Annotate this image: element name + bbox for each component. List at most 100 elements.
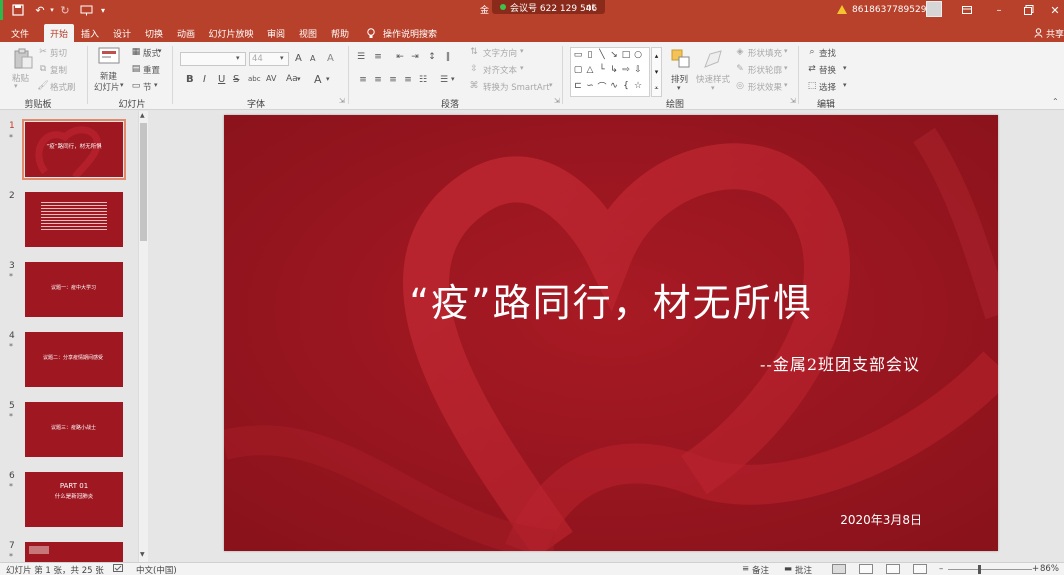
align-right-icon[interactable]: ≡	[387, 74, 399, 86]
warning-icon[interactable]	[837, 5, 847, 14]
tab-animations[interactable]: 动画	[174, 24, 198, 42]
cut-button[interactable]: 剪切	[50, 47, 67, 59]
scroll-down-icon[interactable]: ▼	[140, 551, 145, 558]
zoom-in-button[interactable]: +	[1032, 564, 1039, 574]
slide-thumbnail-5[interactable]: 议题三：疫路小战士	[25, 402, 123, 457]
tab-home[interactable]: 开始	[44, 24, 74, 42]
reading-view-button[interactable]	[886, 564, 900, 574]
drawing-dialog-launcher-icon[interactable]: ⇲	[790, 97, 796, 105]
slide-sorter-view-button[interactable]	[859, 564, 873, 574]
textbox-shape-icon[interactable]: ▭	[573, 50, 583, 60]
find-icon[interactable]: ⌕	[806, 46, 818, 58]
tab-view[interactable]: 视图	[296, 24, 320, 42]
tab-insert[interactable]: 插入	[78, 24, 102, 42]
restore-icon[interactable]	[1020, 0, 1038, 20]
decrease-indent-icon[interactable]: ⇤	[394, 51, 406, 63]
bold-button[interactable]: B	[186, 74, 194, 85]
customize-qat-icon[interactable]: ▾	[98, 2, 108, 18]
change-case-dropdown-icon[interactable]: ▾	[297, 75, 301, 83]
char-spacing-button[interactable]: AV	[266, 74, 276, 83]
section-button[interactable]: 节	[143, 81, 152, 93]
replace-dropdown-icon[interactable]: ▾	[843, 64, 847, 72]
gallery-more-icon[interactable]: ⩡	[652, 80, 661, 96]
line-spacing-icon[interactable]: ↕	[426, 51, 438, 63]
thumbnail-scrollbar[interactable]: ▲ ▼	[138, 111, 148, 562]
tab-review[interactable]: 审阅	[264, 24, 288, 42]
arrange-dropdown-icon[interactable]: ▾	[677, 84, 681, 92]
grow-font-icon[interactable]: A	[295, 53, 302, 64]
columns-icon[interactable]: ‖	[442, 51, 454, 63]
zoom-level[interactable]: 86%	[1040, 564, 1059, 574]
minimize-icon[interactable]: –	[990, 0, 1008, 20]
paragraph-dir-dropdown-icon[interactable]: ▾	[451, 75, 455, 83]
shapes-gallery-scroll[interactable]: ▴ ▾ ⩡	[651, 47, 662, 97]
rectangle-shape-icon[interactable]: □	[621, 50, 631, 60]
current-slide[interactable]: “疫”路同行，材无所惧 --金属2班团支部会议 2020年3月8日	[224, 115, 998, 551]
star-shape-icon[interactable]: ☆	[633, 81, 643, 91]
tab-design[interactable]: 设计	[110, 24, 134, 42]
paragraph-dir-icon[interactable]: ☰	[438, 74, 450, 86]
underline-button[interactable]: U	[218, 74, 225, 85]
share-button[interactable]: 共享	[1046, 24, 1064, 42]
clear-format-icon[interactable]: A	[327, 53, 334, 64]
zoom-slider-track[interactable]	[948, 569, 1032, 570]
arrow-shape-icon[interactable]: ↘	[609, 50, 619, 60]
vertical-textbox-shape-icon[interactable]: ▯	[585, 50, 595, 60]
tab-slideshow[interactable]: 幻灯片放映	[206, 24, 256, 42]
quick-styles-dropdown-icon[interactable]: ▾	[711, 84, 715, 92]
right-arrow-shape-icon[interactable]: ⇨	[621, 65, 631, 75]
text-direction-dropdown-icon[interactable]: ▾	[520, 47, 524, 55]
scroll-thumb[interactable]	[140, 123, 147, 241]
copy-button[interactable]: 复制	[50, 64, 67, 76]
text-direction-icon[interactable]: ⇅	[468, 46, 480, 58]
notes-icon[interactable]: ≡	[742, 564, 749, 574]
oval-shape-icon[interactable]: ○	[633, 50, 643, 60]
curve-shape-icon[interactable]: ∽	[585, 81, 595, 91]
find-button[interactable]: 查找	[819, 47, 836, 59]
replace-button[interactable]: 替换	[819, 64, 836, 76]
comments-icon[interactable]: ▬	[784, 564, 792, 574]
change-case-button[interactable]: Aa	[286, 74, 298, 84]
shape-outline-dropdown-icon[interactable]: ▾	[784, 64, 788, 72]
collapse-ribbon-icon[interactable]: ⌃	[1052, 97, 1059, 106]
elbow-shape-icon[interactable]: └	[597, 65, 607, 75]
layout-icon[interactable]: ▦	[130, 46, 142, 58]
new-slide-dropdown-icon[interactable]: ▾	[120, 81, 124, 89]
align-text-dropdown-icon[interactable]: ▾	[520, 64, 524, 72]
elbow-arrow-shape-icon[interactable]: ↳	[609, 65, 619, 75]
font-size-dropdown-icon[interactable]: ▾	[280, 54, 284, 62]
avatar[interactable]	[926, 1, 942, 17]
shape-outline-button[interactable]: 形状轮廓	[748, 64, 782, 76]
share-icon[interactable]	[1032, 24, 1044, 42]
slide-thumbnail-4[interactable]: 议题二：分享疫情期间感受	[25, 332, 123, 387]
undo-icon[interactable]: ↶	[32, 2, 48, 18]
format-painter-button[interactable]: 格式刷	[50, 81, 76, 93]
align-text-button[interactable]: 对齐文本	[483, 64, 517, 76]
close-icon[interactable]: ✕	[1046, 0, 1064, 20]
slide-thumbnail-2[interactable]	[25, 192, 123, 247]
justify-icon[interactable]: ≡	[402, 74, 414, 86]
save-icon[interactable]	[10, 2, 26, 18]
gallery-up-icon[interactable]: ▴	[652, 48, 661, 64]
slideshow-view-button[interactable]	[913, 564, 927, 574]
shape-fill-dropdown-icon[interactable]: ▾	[784, 47, 788, 55]
distributed-icon[interactable]: ☷	[417, 74, 429, 86]
shape-fill-icon[interactable]: ◈	[734, 46, 746, 58]
language-indicator[interactable]: 中文(中国)	[136, 564, 177, 575]
align-center-icon[interactable]: ≡	[372, 74, 384, 86]
section-icon[interactable]: ▭	[130, 80, 142, 92]
line-shape-icon[interactable]: ╲	[597, 50, 607, 60]
account-name[interactable]: 8618637789529	[852, 0, 926, 20]
tab-help[interactable]: 帮助	[328, 24, 352, 42]
paste-icon[interactable]	[12, 48, 34, 70]
tell-me-search[interactable]: 操作说明搜索	[382, 24, 438, 42]
slide-thumbnail-panel[interactable]: 1 * “疫”路同行，材无所惧 2 3 * 议题一：疫中大学习 4 * 议题二：…	[0, 111, 150, 562]
font-color-dropdown-icon[interactable]: ▾	[326, 75, 330, 83]
replace-icon[interactable]: ⇄	[806, 63, 818, 75]
left-bracket-shape-icon[interactable]: ⊏	[573, 81, 583, 91]
slide-thumbnail-3[interactable]: 议题一：疫中大学习	[25, 262, 123, 317]
paste-dropdown-icon[interactable]: ▾	[14, 82, 18, 90]
cut-icon[interactable]: ✂	[37, 46, 49, 58]
paragraph-dialog-launcher-icon[interactable]: ⇲	[554, 97, 560, 105]
quick-styles-icon[interactable]	[702, 48, 724, 70]
